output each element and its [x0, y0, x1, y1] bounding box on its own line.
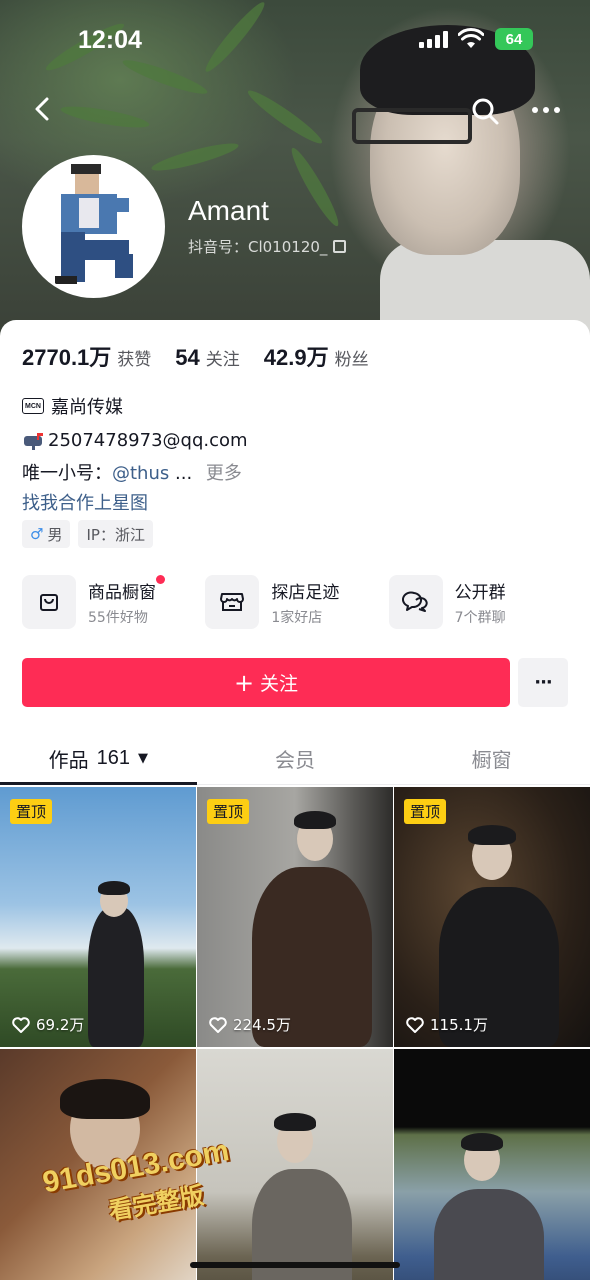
mailbox-icon: [24, 432, 43, 450]
video-thumbnail[interactable]: 置顶 224.5万: [197, 787, 393, 1047]
stat-likes[interactable]: 2770.1万 获赞: [22, 340, 151, 372]
bio-more-button[interactable]: 更多: [206, 463, 242, 484]
mcn-badge-icon: MCN: [22, 398, 44, 414]
bio-ellipsis: ...: [175, 463, 193, 484]
video-likes-count: 69.2万: [36, 1016, 85, 1034]
video-likes: 115.1万: [406, 1014, 488, 1035]
follow-label: 关注: [260, 673, 299, 695]
ip-tag: IP：浙江: [78, 520, 153, 548]
more-dots-icon: ···: [534, 672, 552, 693]
tab-membership-label: 会员: [275, 748, 315, 772]
shortcut-groups-title: 公开群: [454, 582, 506, 603]
profile-name: Amant: [188, 195, 269, 226]
video-thumbnail[interactable]: 置顶 69.2万: [0, 787, 196, 1047]
douyin-id-text: 抖音号：Cl010120_: [188, 238, 328, 256]
battery-indicator: 64: [495, 28, 533, 50]
copy-icon[interactable]: [333, 240, 347, 253]
profile-shortcuts: 商品橱窗 55件好物 探店足迹 1家好店 公开群 7个群聊: [22, 574, 572, 629]
more-actions-button[interactable]: ···: [518, 658, 568, 707]
tab-works[interactable]: 作品 161 ▼: [0, 733, 197, 785]
stat-followers-count: 42.9万: [263, 345, 329, 370]
cellular-signal-icon: [419, 30, 448, 48]
stat-followers[interactable]: 42.9万 粉丝: [264, 340, 369, 372]
tab-works-count: 161: [96, 747, 131, 769]
shopping-bag-icon: [22, 575, 76, 629]
xingtu-cooperation-link[interactable]: 找我合作上星图: [22, 489, 148, 515]
store-icon: [205, 575, 260, 629]
profile-tags: ♂ 男 IP：浙江: [22, 520, 153, 548]
tab-membership[interactable]: 会员: [197, 733, 394, 784]
stat-likes-label: 获赞: [117, 350, 152, 370]
gender-tag: ♂ 男: [22, 520, 71, 548]
mcn-agency[interactable]: MCN 嘉尚传媒: [22, 393, 123, 419]
pinned-badge: 置顶: [207, 799, 250, 824]
stat-following-count: 54: [175, 345, 200, 370]
douyin-id[interactable]: 抖音号：Cl010120_: [188, 236, 347, 257]
video-likes-count: 115.1万: [430, 1016, 488, 1034]
status-time: 12:04: [78, 26, 142, 54]
gender-text: 男: [47, 525, 63, 544]
status-bar: 12:04 64: [0, 0, 590, 80]
ip-text: IP：浙江: [86, 525, 145, 544]
back-button[interactable]: [26, 92, 60, 126]
shortcut-store-sub: 1家好店: [271, 609, 323, 626]
stat-following-label: 关注: [205, 350, 240, 370]
tab-shop-label: 橱窗: [471, 748, 512, 772]
tab-shop-window[interactable]: 橱窗: [393, 733, 590, 784]
pinned-badge: 置顶: [404, 799, 447, 824]
heart-icon: [12, 1016, 30, 1033]
video-thumbnail[interactable]: [394, 1049, 590, 1280]
video-likes-count: 224.5万: [233, 1016, 291, 1034]
bio-alt-link[interactable]: @thus: [112, 463, 169, 484]
video-likes: 224.5万: [209, 1014, 291, 1035]
wifi-icon: [458, 28, 484, 48]
bio-alt-account-line: 唯一小号：@thus ... 更多: [22, 459, 242, 485]
profile-stats: 2770.1万 获赞 54 关注 42.9万 粉丝: [22, 340, 393, 372]
shortcut-store-title: 探店足迹: [271, 582, 340, 603]
shortcut-public-groups[interactable]: 公开群 7个群聊: [388, 575, 572, 629]
shortcut-shop-title: 商品橱窗: [88, 582, 156, 603]
shortcut-shop-window[interactable]: 商品橱窗 55件好物: [22, 574, 205, 629]
stat-following[interactable]: 54 关注: [175, 345, 239, 371]
bio-email-line: 2507478973@qq.com: [22, 430, 248, 451]
heart-icon: [406, 1016, 424, 1033]
shortcut-store-visits[interactable]: 探店足迹 1家好店: [205, 575, 388, 629]
bio-email: 2507478973@qq.com: [48, 430, 248, 451]
home-indicator[interactable]: [190, 1262, 400, 1268]
mcn-name: 嘉尚传媒: [51, 397, 123, 418]
male-icon: ♂: [30, 525, 44, 543]
content-tabs: 作品 161 ▼ 会员 橱窗: [0, 733, 590, 785]
stat-likes-count: 2770.1万: [22, 345, 112, 370]
chat-bubbles-icon: [388, 575, 443, 629]
notification-dot: [156, 574, 165, 584]
video-thumbnail[interactable]: 置顶 115.1万: [394, 787, 590, 1047]
pinned-badge: 置顶: [10, 799, 53, 824]
bio-alt-prefix: 唯一小号：: [22, 463, 112, 484]
stat-followers-label: 粉丝: [334, 350, 369, 370]
caret-down-icon[interactable]: ▼: [138, 751, 148, 766]
search-icon[interactable]: [470, 96, 500, 126]
heart-icon: [209, 1016, 227, 1033]
avatar[interactable]: [22, 155, 165, 298]
follow-button[interactable]: + 关注: [22, 658, 510, 707]
plus-icon: +: [233, 668, 255, 697]
more-horizontal-icon[interactable]: [530, 100, 562, 120]
video-likes: 69.2万: [12, 1014, 84, 1035]
tab-works-label: 作品: [48, 748, 89, 772]
shortcut-groups-sub: 7个群聊: [454, 609, 506, 626]
shortcut-shop-sub: 55件好物: [88, 609, 148, 626]
